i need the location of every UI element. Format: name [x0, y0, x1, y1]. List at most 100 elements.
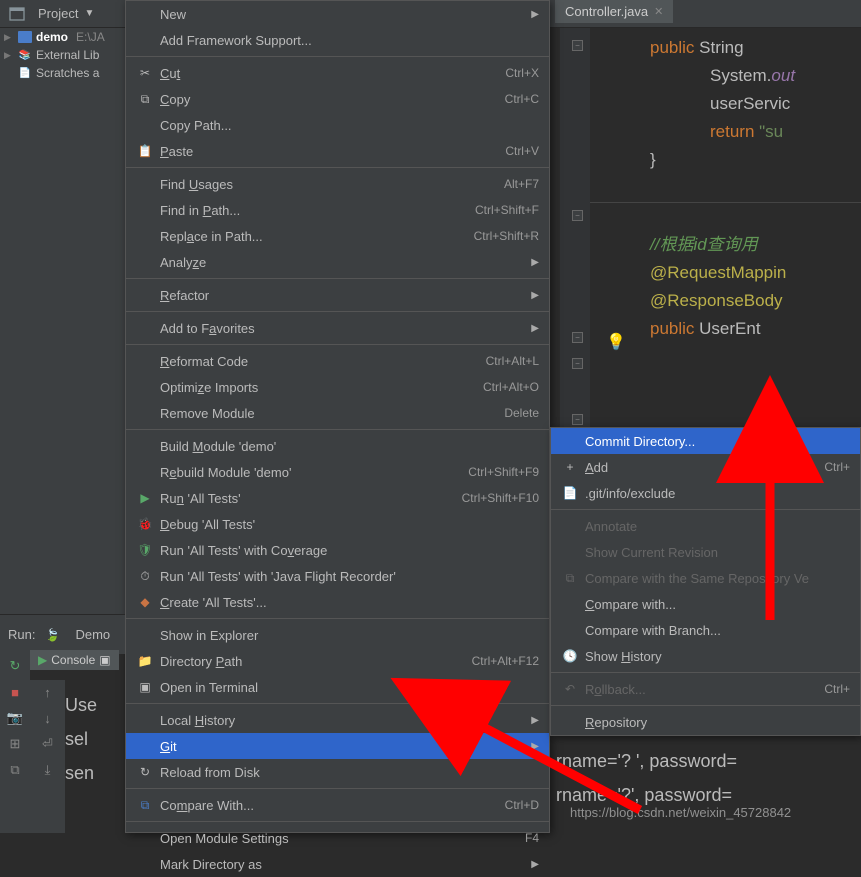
rerun-button[interactable]: ↻: [7, 658, 23, 674]
menu-cut[interactable]: ✂CutCtrl+X: [126, 60, 549, 86]
code-text: System.: [710, 66, 771, 85]
tree-item-scratches[interactable]: 📄 Scratches a: [0, 64, 125, 82]
menu-separator: [126, 167, 549, 168]
menu-module-settings[interactable]: Open Module SettingsF4: [126, 825, 549, 851]
dropdown-icon: ▼: [84, 8, 94, 19]
close-icon[interactable]: ✕: [654, 5, 663, 18]
fold-icon[interactable]: −: [572, 358, 583, 369]
code-kw: return: [710, 122, 754, 141]
console-toolbar: ↑ ↓ ⏎ ⤓: [30, 680, 65, 833]
chevron-right-icon: ▶: [531, 9, 539, 20]
menu-repository[interactable]: Repository: [551, 709, 860, 735]
menu-analyze[interactable]: Analyze▶: [126, 249, 549, 275]
menu-show-revision: Show Current Revision: [551, 539, 860, 565]
project-tree[interactable]: ▶ demo E:\JA ▶ 📚 External Lib 📄 Scratche…: [0, 28, 125, 628]
menu-show-history[interactable]: 🕓Show History: [551, 643, 860, 669]
menu-remove-module[interactable]: Remove ModuleDelete: [126, 400, 549, 426]
tree-label: External Lib: [36, 48, 99, 62]
stop-button[interactable]: ■: [7, 684, 23, 700]
chevron-right-icon: ▶: [531, 323, 539, 334]
menu-directory-path[interactable]: 📁Directory PathCtrl+Alt+F12: [126, 648, 549, 674]
project-tool-window-header[interactable]: Project ▼: [8, 6, 94, 22]
menu-debug[interactable]: 🐞Debug 'All Tests': [126, 511, 549, 537]
menu-run[interactable]: ▶Run 'All Tests'Ctrl+Shift+F10: [126, 485, 549, 511]
camera-button[interactable]: 📷: [7, 710, 23, 726]
menu-find-usages[interactable]: Find UsagesAlt+F7: [126, 171, 549, 197]
code-text: userServic: [710, 94, 790, 113]
up-button[interactable]: ↑: [40, 684, 56, 700]
down-button[interactable]: ↓: [40, 710, 56, 726]
menu-add-favorites[interactable]: Add to Favorites▶: [126, 315, 549, 341]
menu-separator: [126, 618, 549, 619]
menu-git-add[interactable]: +AddCtrl+: [551, 454, 860, 480]
code-kw: public: [650, 319, 694, 338]
menu-separator: [126, 56, 549, 57]
console-line: sen: [65, 756, 565, 790]
menu-new[interactable]: New▶: [126, 1, 549, 27]
cut-icon: ✂: [136, 65, 154, 81]
menu-build-module[interactable]: Build Module 'demo': [126, 433, 549, 459]
menu-show-explorer[interactable]: Show in Explorer: [126, 622, 549, 648]
profiler-icon: ⏱: [136, 568, 154, 584]
code-str: "su: [754, 122, 783, 141]
file-icon: 📄: [561, 485, 579, 501]
menu-commit-directory[interactable]: Commit Directory...: [551, 428, 860, 454]
menu-separator: [126, 821, 549, 822]
fold-icon[interactable]: −: [572, 210, 583, 221]
debug-icon: 🐞: [136, 516, 154, 532]
menu-annotate: Annotate: [551, 513, 860, 539]
console-tab[interactable]: ▶ Console ▣: [30, 650, 119, 670]
menu-coverage[interactable]: 🛡Run 'All Tests' with Coverage: [126, 537, 549, 563]
tree-item-demo[interactable]: ▶ demo E:\JA: [0, 28, 125, 46]
menu-separator: [126, 278, 549, 279]
fold-icon[interactable]: −: [572, 414, 583, 425]
menu-compare-branch[interactable]: Compare with Branch...: [551, 617, 860, 643]
run-config-icon: 🍃: [43, 627, 61, 643]
menu-find-in-path[interactable]: Find in Path...Ctrl+Shift+F: [126, 197, 549, 223]
menu-replace-in-path[interactable]: Replace in Path...Ctrl+Shift+R: [126, 223, 549, 249]
menu-rebuild-module[interactable]: Rebuild Module 'demo'Ctrl+Shift+F9: [126, 459, 549, 485]
menu-mark-directory[interactable]: Mark Directory as▶: [126, 851, 549, 877]
menu-git-exclude[interactable]: 📄.git/info/exclude: [551, 480, 860, 506]
layout-button[interactable]: ⊞: [7, 736, 23, 752]
scratch-icon: 📄: [18, 67, 32, 79]
menu-optimize-imports[interactable]: Optimize ImportsCtrl+Alt+O: [126, 374, 549, 400]
menu-copy[interactable]: ⧉CopyCtrl+C: [126, 86, 549, 112]
menu-separator: [551, 705, 860, 706]
menu-compare-repo: ⧉Compare with the Same Repository Ve: [551, 565, 860, 591]
menu-compare[interactable]: ⧉Compare With...Ctrl+D: [126, 792, 549, 818]
context-menu-git: Commit Directory... +AddCtrl+ 📄.git/info…: [550, 427, 861, 736]
menu-refactor[interactable]: Refactor▶: [126, 282, 549, 308]
console-output[interactable]: Use sel sen: [65, 680, 565, 790]
history-icon: 🕓: [561, 648, 579, 664]
menu-paste[interactable]: 📋PasteCtrl+V: [126, 138, 549, 164]
code-kw: public: [650, 38, 694, 57]
fold-icon[interactable]: −: [572, 332, 583, 343]
scroll-button[interactable]: ⤓: [40, 762, 56, 778]
editor-tab[interactable]: Controller.java ✕: [555, 0, 673, 23]
run-icon: ▶: [136, 490, 154, 506]
wrap-button[interactable]: ⏎: [40, 736, 56, 752]
run-tool-header: Run: 🍃 Demo: [0, 614, 125, 654]
pin-button[interactable]: ⧉: [7, 762, 23, 778]
tree-item-external-libs[interactable]: ▶ 📚 External Lib: [0, 46, 125, 64]
chevron-right-icon: ▶: [531, 257, 539, 268]
diff-icon: ⧉: [136, 797, 154, 813]
menu-add-framework[interactable]: Add Framework Support...: [126, 27, 549, 53]
chevron-right-icon: ▶: [531, 859, 539, 870]
code-editor[interactable]: public String System.out userServic retu…: [590, 28, 861, 428]
menu-create-tests[interactable]: ◆Create 'All Tests'...: [126, 589, 549, 615]
run-toolbar-left: ↻ ■ 📷 ⊞ ⧉: [0, 650, 30, 833]
code-brace: }: [650, 150, 656, 169]
menu-separator: [126, 344, 549, 345]
menu-jfr[interactable]: ⏱Run 'All Tests' with 'Java Flight Recor…: [126, 563, 549, 589]
fold-icon[interactable]: −: [572, 40, 583, 51]
chevron-right-icon: ▶: [531, 290, 539, 301]
menu-separator: [551, 672, 860, 673]
expand-arrow-icon: ▶: [4, 50, 14, 61]
menu-copy-path[interactable]: Copy Path...: [126, 112, 549, 138]
copy-icon: ⧉: [136, 91, 154, 107]
menu-reformat[interactable]: Reformat CodeCtrl+Alt+L: [126, 348, 549, 374]
menu-compare-with[interactable]: Compare with...: [551, 591, 860, 617]
menu-separator: [126, 311, 549, 312]
